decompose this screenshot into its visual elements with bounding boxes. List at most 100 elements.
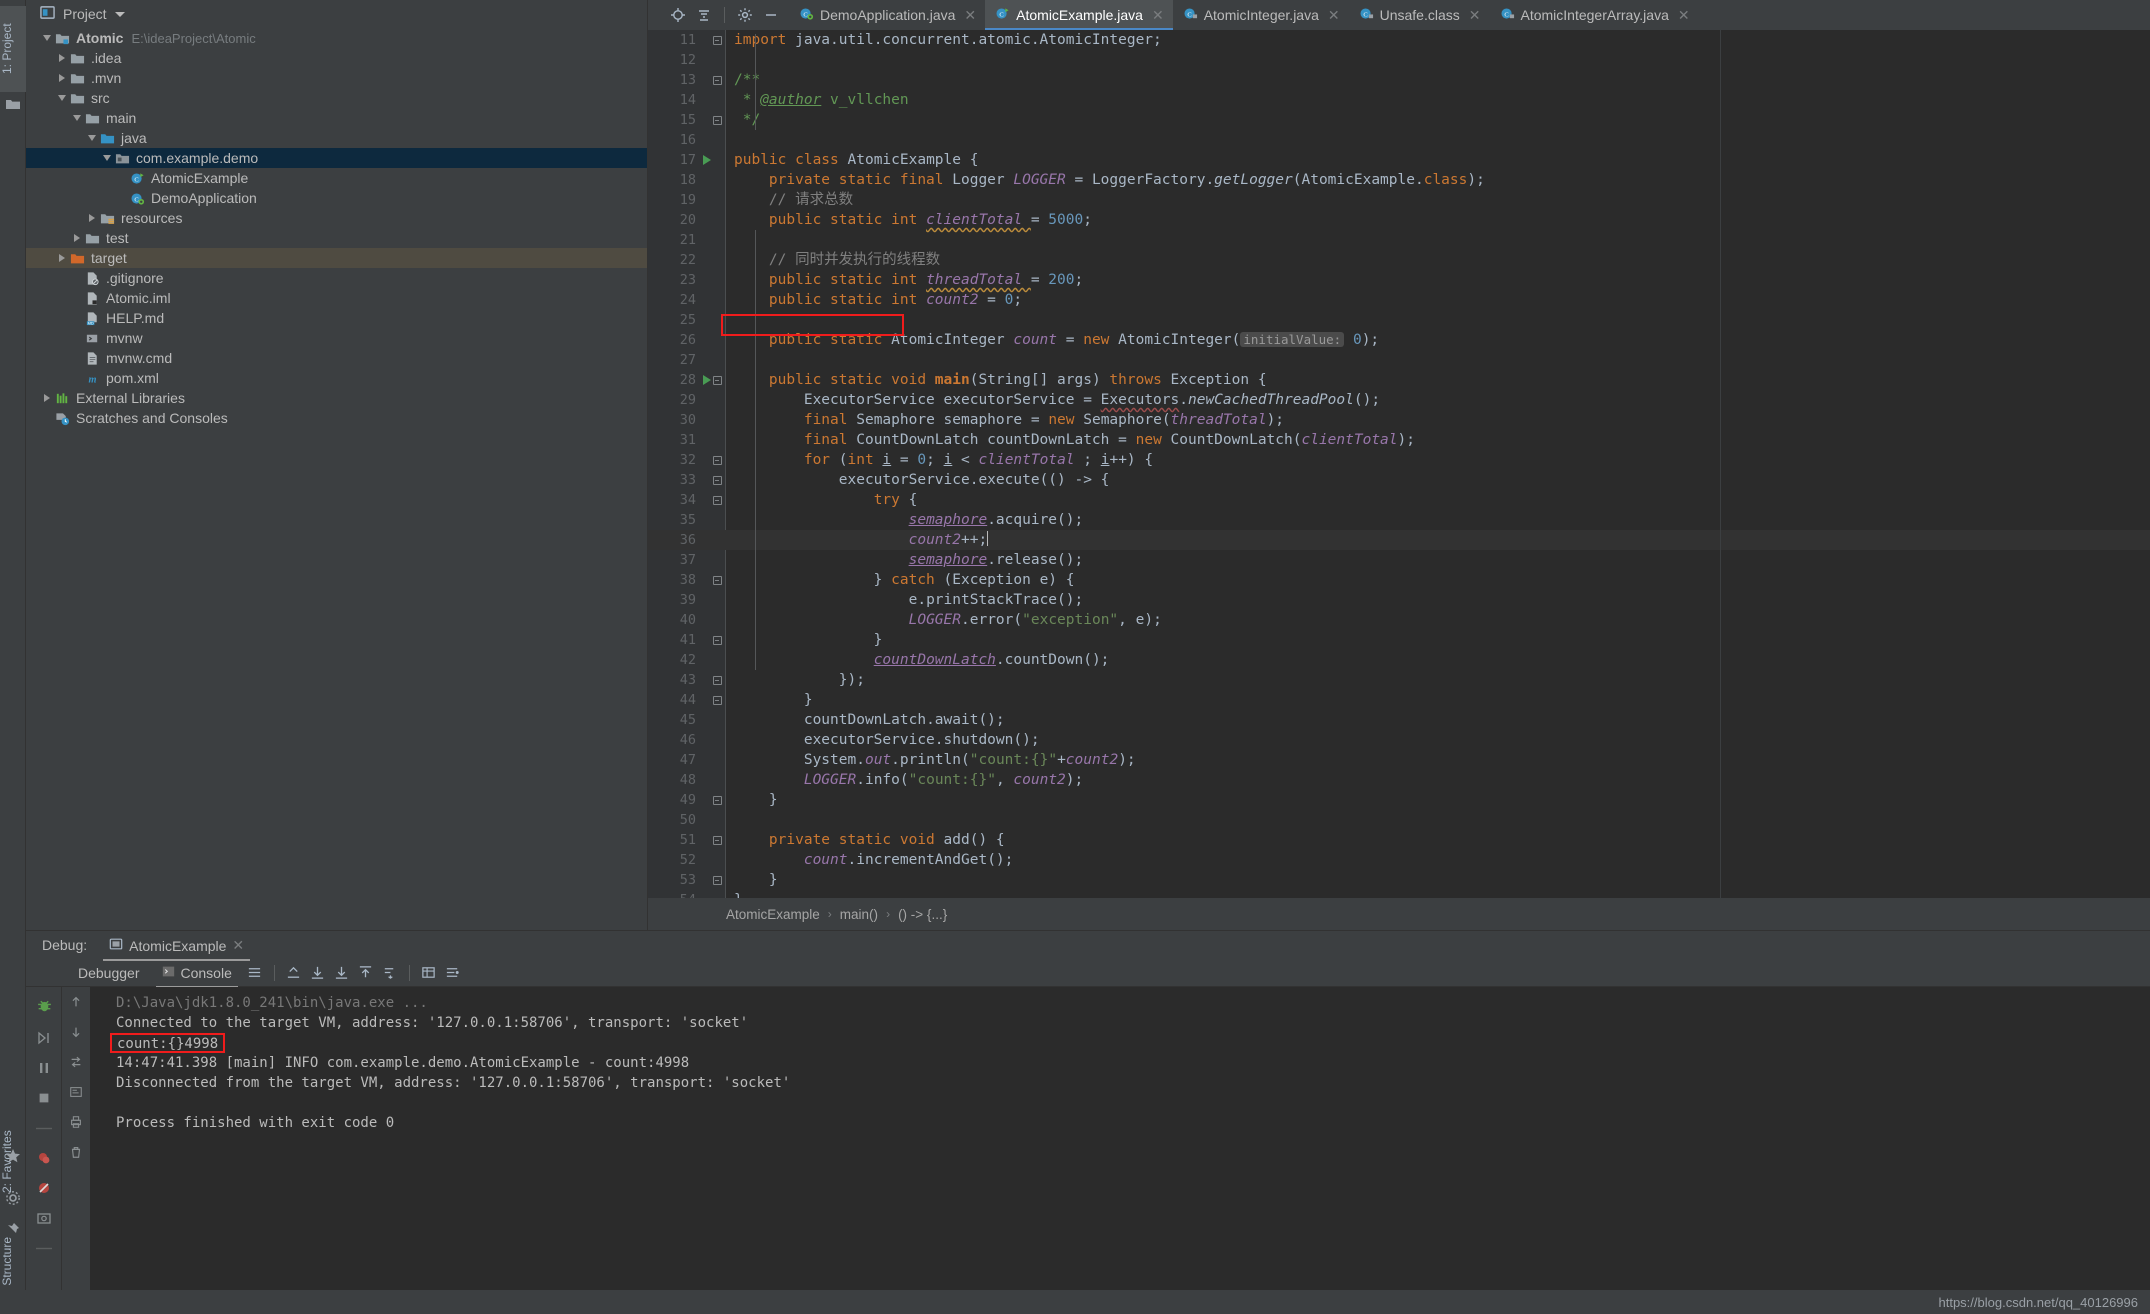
code-line[interactable]: 13 /** — [648, 70, 2150, 90]
project-tree[interactable]: Atomic E:\ideaProject\Atomic .idea .mvn src m… — [26, 28, 647, 930]
code-line[interactable]: 17 public class AtomicExample { — [648, 150, 2150, 170]
code-line[interactable]: 15 */ — [648, 110, 2150, 130]
fold-collapse-icon[interactable] — [710, 70, 724, 90]
code-line[interactable]: 53 } — [648, 870, 2150, 890]
fold-expand-icon[interactable] — [710, 690, 724, 710]
fold-collapse-icon[interactable] — [710, 570, 724, 590]
chevron-down-icon[interactable] — [100, 148, 114, 168]
tree-row[interactable]: External Libraries — [26, 388, 647, 408]
tree-row[interactable]: src — [26, 88, 647, 108]
editor-tab-unsafe-class[interactable]: C Unsafe.class ✕ — [1349, 0, 1490, 30]
tree-row[interactable]: resources — [26, 208, 647, 228]
fold-collapse-icon[interactable] — [710, 490, 724, 510]
debug-subtab-debugger[interactable]: Debugger — [62, 962, 150, 984]
code-editor[interactable]: 11 import java.util.concurrent.atomic.Ato… — [648, 30, 2150, 898]
code-line[interactable]: 46 executorService.shutdown(); — [648, 730, 2150, 750]
tree-row[interactable]: java — [26, 128, 647, 148]
fold-expand-icon[interactable] — [710, 630, 724, 650]
camera-icon[interactable] — [26, 1203, 62, 1233]
code-line[interactable]: 43 }); — [648, 670, 2150, 690]
tree-row[interactable]: test — [26, 228, 647, 248]
code-line[interactable]: 20 public static int clientTotal = 5000; — [648, 210, 2150, 230]
view-breakpoints-icon[interactable] — [26, 1143, 62, 1173]
code-line[interactable]: 36 count2++; — [648, 530, 2150, 550]
tree-row[interactable]: MD HELP.md — [26, 308, 647, 328]
chevron-down-icon[interactable] — [114, 11, 125, 17]
stop-icon[interactable] — [26, 1083, 62, 1113]
code-line[interactable]: 37 semaphore.release(); — [648, 550, 2150, 570]
breadcrumb-item-lambda[interactable]: () -> {...} — [898, 907, 947, 922]
evaluate-icon[interactable] — [62, 1077, 90, 1107]
tree-row[interactable]: Atomic.iml — [26, 288, 647, 308]
tree-row[interactable]: main — [26, 108, 647, 128]
chevron-down-icon[interactable] — [70, 108, 84, 128]
fold-collapse-icon[interactable] — [710, 830, 724, 850]
close-icon[interactable]: ✕ — [1678, 7, 1690, 24]
breadcrumb-item-method[interactable]: main() — [840, 907, 878, 922]
fold-expand-icon[interactable] — [710, 870, 724, 890]
trash-icon[interactable] — [62, 1137, 90, 1167]
chevron-down-icon[interactable] — [85, 128, 99, 148]
console-output[interactable]: D:\Java\jdk1.8.0_241\bin\java.exe ... Con… — [90, 987, 2150, 1290]
close-icon[interactable]: ✕ — [232, 937, 244, 954]
code-line[interactable]: 32 for (int i = 0; i < clientTotal ; i++… — [648, 450, 2150, 470]
run-gutter-icon[interactable] — [700, 150, 714, 170]
code-line[interactable]: 33 executorService.execute(() -> { — [648, 470, 2150, 490]
code-line[interactable]: 29 ExecutorService executorService = Exe… — [648, 390, 2150, 410]
tree-row[interactable]: C DemoApplication — [26, 188, 647, 208]
code-line[interactable]: 21 — [648, 230, 2150, 250]
chevron-right-icon[interactable] — [40, 388, 54, 408]
hide-panel-icon[interactable] — [759, 3, 783, 27]
code-line[interactable]: 16 — [648, 130, 2150, 150]
code-line[interactable]: 28 public static void main(String[] args… — [648, 370, 2150, 390]
code-line[interactable]: 51 private static void add() { — [648, 830, 2150, 850]
breadcrumb-item-class[interactable]: AtomicExample — [726, 907, 820, 922]
code-line[interactable]: 38 } catch (Exception e) { — [648, 570, 2150, 590]
editor-tab-atomicintegerarray-java[interactable]: C AtomicIntegerArray.java ✕ — [1490, 0, 1699, 30]
collapse-all-icon[interactable] — [692, 3, 716, 27]
table-icon[interactable] — [418, 962, 440, 984]
code-line[interactable]: 19 // 请求总数 — [648, 190, 2150, 210]
mute-breakpoints-icon[interactable] — [26, 1173, 62, 1203]
editor-tab-atomicexample-java[interactable]: C AtomicExample.java ✕ — [985, 0, 1173, 30]
close-icon[interactable]: ✕ — [1152, 7, 1164, 24]
code-line[interactable]: 23 public static int threadTotal = 200; — [648, 270, 2150, 290]
tool-tab-project[interactable]: 1: Project — [0, 6, 26, 92]
fold-expand-icon[interactable] — [710, 110, 724, 130]
chevron-right-icon[interactable] — [85, 208, 99, 228]
debug-subtab-console[interactable]: Console — [152, 962, 242, 988]
code-line[interactable]: 47 System.out.println("count:{}"+count2)… — [648, 750, 2150, 770]
debug-session-tab[interactable]: AtomicExample ✕ — [101, 933, 252, 961]
code-line[interactable]: 34 try { — [648, 490, 2150, 510]
editor-tab-demoapplication-java[interactable]: C DemoApplication.java ✕ — [789, 0, 985, 30]
code-line[interactable]: 26 public static AtomicInteger count = n… — [648, 330, 2150, 350]
resume-icon[interactable] — [26, 1023, 62, 1053]
settings-list-icon[interactable] — [442, 962, 464, 984]
editor-tab-atomicinteger-java[interactable]: C AtomicInteger.java ✕ — [1173, 0, 1349, 30]
code-line[interactable]: 54} — [648, 890, 2150, 898]
step-up-icon[interactable] — [62, 987, 90, 1017]
fold-collapse-icon[interactable] — [710, 30, 724, 50]
fold-expand-icon[interactable] — [710, 790, 724, 810]
code-line[interactable]: 30 final Semaphore semaphore = new Semap… — [648, 410, 2150, 430]
code-line[interactable]: 52 count.incrementAndGet(); — [648, 850, 2150, 870]
tree-row[interactable]: .idea — [26, 48, 647, 68]
tree-row[interactable]: C AtomicExample — [26, 168, 647, 188]
code-lines[interactable]: 11 import java.util.concurrent.atomic.Ato… — [648, 30, 2150, 898]
tree-row[interactable]: mvnw.cmd — [26, 348, 647, 368]
code-line[interactable]: 11 import java.util.concurrent.atomic.Ato… — [648, 30, 2150, 50]
fold-collapse-icon[interactable] — [710, 370, 724, 390]
fold-collapse-icon[interactable] — [710, 450, 724, 470]
code-line[interactable]: 44 } — [648, 690, 2150, 710]
tree-row[interactable]: mvnw — [26, 328, 647, 348]
code-line[interactable]: 48 LOGGER.info("count:{}", count2); — [648, 770, 2150, 790]
chevron-down-icon[interactable] — [40, 28, 54, 48]
code-line[interactable]: 18 private static final Logger LOGGER = … — [648, 170, 2150, 190]
scroll-down-icon[interactable] — [307, 962, 329, 984]
code-line[interactable]: 41 } — [648, 630, 2150, 650]
code-line[interactable]: 25 — [648, 310, 2150, 330]
code-line[interactable]: 45 countDownLatch.await(); — [648, 710, 2150, 730]
code-line[interactable]: 12 — [648, 50, 2150, 70]
tree-row[interactable]: .gitignore — [26, 268, 647, 288]
tree-row[interactable]: target — [26, 248, 647, 268]
